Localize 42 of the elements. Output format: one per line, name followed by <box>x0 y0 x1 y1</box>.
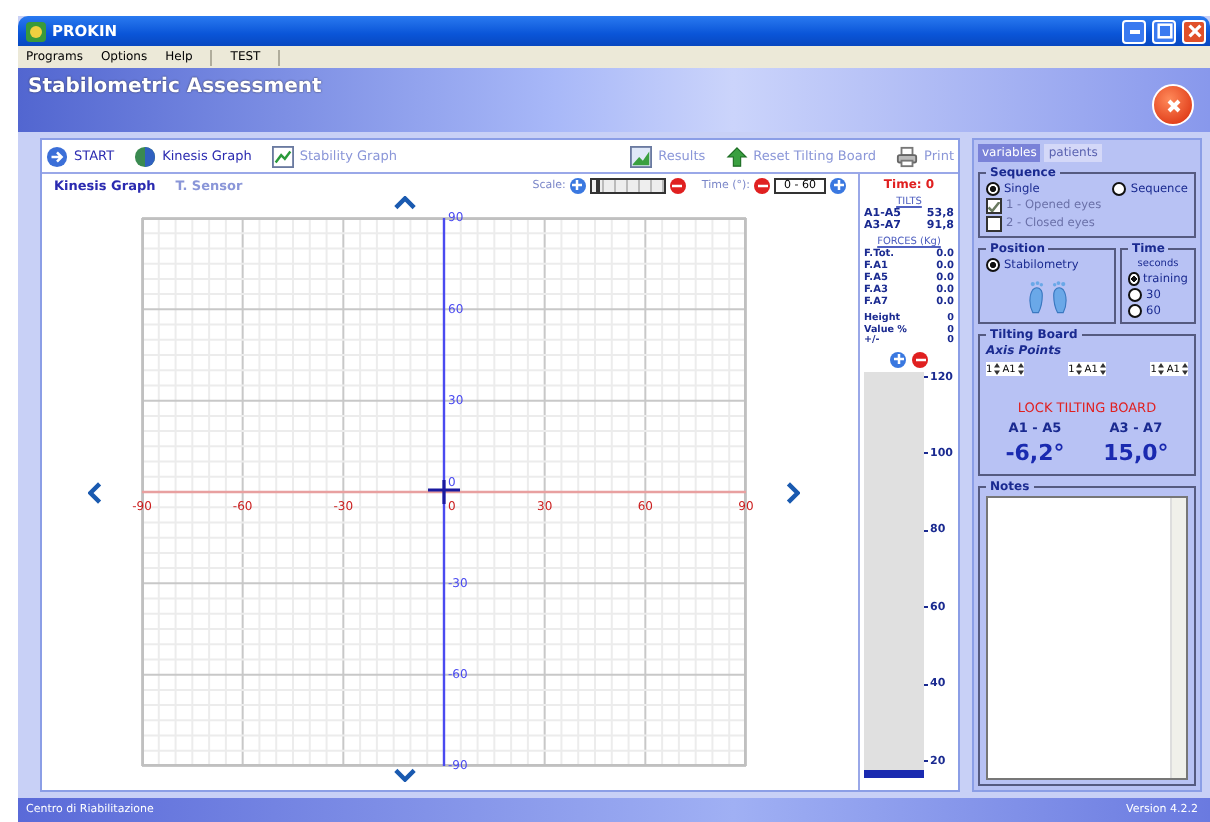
zoom-in-button[interactable] <box>569 177 586 193</box>
scale-slider[interactable] <box>589 177 666 193</box>
minus-button[interactable] <box>912 351 928 367</box>
maximize-button[interactable] <box>1152 19 1176 43</box>
spinner-arrows-icon[interactable] <box>1158 362 1165 376</box>
spinner-arrows-icon[interactable] <box>1017 362 1024 376</box>
feet-icon <box>1027 280 1067 314</box>
arrow-circle-icon <box>46 145 68 167</box>
increase-button[interactable] <box>830 177 846 193</box>
angle-value: -6,2° <box>1005 440 1065 466</box>
check-icon <box>988 201 1000 211</box>
app-icon <box>26 21 46 41</box>
close-button[interactable] <box>1182 19 1206 43</box>
minimize-button[interactable] <box>1122 19 1146 43</box>
close-button[interactable] <box>1152 84 1194 126</box>
page-title: Stabilometric Assessment <box>28 76 322 98</box>
minimize-icon <box>1129 29 1139 33</box>
spinner-arrows-icon[interactable] <box>994 362 1001 376</box>
maximize-icon <box>1155 22 1173 40</box>
slider-thumb[interactable] <box>595 179 600 191</box>
scrollbar[interactable] <box>1170 498 1186 778</box>
angle-value: 15,0° <box>1103 440 1169 466</box>
plus-icon <box>893 354 903 364</box>
decrease-button[interactable] <box>754 177 771 193</box>
line-chart-icon <box>271 145 294 167</box>
spinner-arrows-icon[interactable] <box>1181 362 1188 376</box>
minus-icon <box>915 357 925 361</box>
zoom-out-button[interactable] <box>669 177 686 193</box>
plus-icon <box>572 180 583 190</box>
spinner-arrows-icon[interactable] <box>1076 362 1083 376</box>
sphere-icon <box>134 145 157 167</box>
close-icon <box>1185 22 1203 40</box>
printer-icon <box>896 145 919 167</box>
minus-icon <box>757 183 768 187</box>
plus-icon <box>833 180 843 190</box>
minus-icon <box>672 183 683 187</box>
close-icon <box>1163 95 1183 115</box>
plus-button[interactable] <box>890 351 906 367</box>
crosshair-marker <box>426 478 462 506</box>
spinner-arrows-icon[interactable] <box>1099 362 1106 376</box>
up-arrow-icon <box>725 145 748 167</box>
area-chart-icon <box>630 145 653 167</box>
